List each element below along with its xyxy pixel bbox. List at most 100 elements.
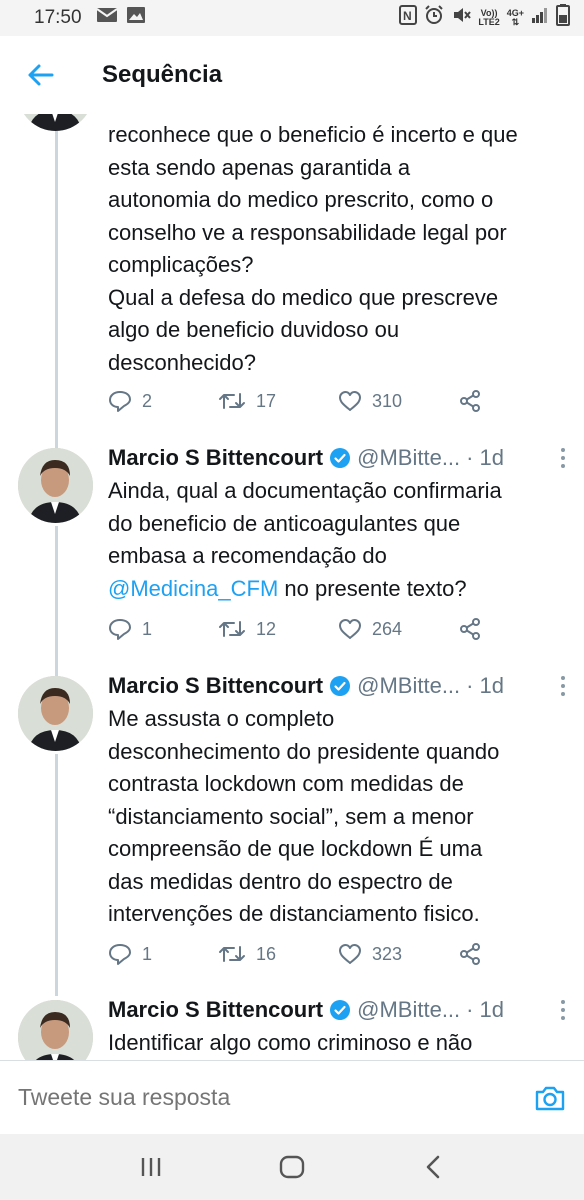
home-icon: [279, 1155, 305, 1179]
heart-icon: [339, 391, 361, 411]
mention-tail: no presente texto?: [278, 575, 467, 601]
retweet-button[interactable]: 12: [218, 618, 338, 640]
home-button[interactable]: [262, 1137, 322, 1197]
tweet-text-line: reconhece que o beneficio é incerto e qu…: [108, 122, 518, 147]
tweet-text-line: autonomia do medico prescrito, como o: [108, 187, 494, 212]
tweet-header: Marcio S Bittencourt @MBitte... · 1d: [108, 672, 570, 700]
tweet-text-line: @Medicina_CFM no presente texto?: [108, 573, 570, 606]
tweet-text-line: “distanciamento social”, sem a menor: [108, 803, 474, 829]
author-name[interactable]: Marcio S Bittencourt: [108, 445, 323, 471]
retweet-icon: [219, 621, 245, 637]
arrow-left-icon: [28, 64, 54, 86]
tweet-text-line: Identificar algo como criminoso e não: [108, 1030, 473, 1055]
mention-link[interactable]: @Medicina_CFM: [108, 576, 278, 601]
author-name[interactable]: Marcio S Bittencourt: [108, 673, 323, 699]
author-handle[interactable]: @MBitte...: [357, 997, 460, 1023]
svg-text:N: N: [403, 9, 412, 23]
tweet-text-line: contrasta lockdown com medidas de: [108, 771, 464, 796]
verified-badge-icon: [329, 999, 351, 1021]
battery-icon: [556, 4, 570, 32]
tweet-header: Marcio S Bittencourt @MBitte... · 1d: [108, 996, 570, 1024]
more-options-icon[interactable]: [556, 996, 570, 1024]
like-count: 310: [372, 390, 403, 411]
tweet-text: Ainda, qual a documentação confirmaria d…: [108, 475, 570, 605]
reply-button[interactable]: 2: [108, 390, 218, 412]
tweet-text-line: das medidas dentro do espectro de: [108, 868, 453, 894]
share-icon: [460, 943, 480, 965]
reply-bar: [0, 1060, 584, 1134]
tweet-text-line: conselho ve a responsabilidade legal por: [108, 219, 507, 245]
recent-apps-icon: [141, 1158, 160, 1176]
retweet-button[interactable]: 16: [218, 943, 338, 965]
app-header: Sequência: [0, 36, 584, 114]
alarm-icon: [424, 5, 444, 31]
tweet-actions: 1 16 323: [108, 939, 568, 969]
separator-dot: ·: [466, 445, 474, 470]
avatar[interactable]: [18, 1000, 93, 1060]
retweet-button[interactable]: 17: [218, 390, 338, 412]
reply-count: 2: [142, 390, 153, 411]
back-icon: [427, 1155, 440, 1179]
like-count: 264: [372, 618, 403, 639]
like-count: 323: [372, 943, 403, 964]
separator-dot: ·: [466, 997, 474, 1022]
like-button[interactable]: 323: [338, 943, 458, 965]
tweet[interactable]: reconhece que o beneficio é incerto e qu…: [0, 114, 584, 432]
system-back-button[interactable]: [403, 1137, 463, 1197]
tweet-text-line: intervenções de distanciamento fisico.: [108, 901, 480, 926]
lte-indicator: Vo)) LTE2: [478, 9, 499, 27]
retweet-count: 16: [256, 943, 277, 964]
status-bar: 17:50 N Vo)) LTE2 4G+ ⇅: [0, 0, 584, 36]
tweet-time: 1d: [479, 445, 504, 470]
author-handle[interactable]: @MBitte...: [357, 445, 460, 471]
tweet-actions: 2 17 310: [108, 386, 568, 416]
share-button[interactable]: [458, 942, 482, 966]
tweet[interactable]: Marcio S Bittencourt @MBitte... · 1d Ain…: [0, 444, 584, 668]
camera-icon: [535, 1086, 565, 1110]
status-time: 17:50: [34, 7, 82, 28]
tweet-text-line: desconhecido?: [108, 349, 257, 375]
tweet[interactable]: Marcio S Bittencourt @MBitte... · 1d Ide…: [0, 996, 584, 1060]
recent-apps-button[interactable]: [121, 1137, 181, 1197]
reply-button[interactable]: 1: [108, 618, 218, 640]
like-button[interactable]: 264: [338, 618, 458, 640]
avatar[interactable]: [18, 676, 93, 751]
share-button[interactable]: [458, 617, 482, 641]
reply-count: 1: [142, 618, 153, 639]
author-name[interactable]: Marcio S Bittencourt: [108, 997, 323, 1023]
reply-icon: [109, 944, 131, 965]
reply-input[interactable]: [18, 1084, 520, 1111]
mute-icon: [451, 5, 472, 31]
system-nav-bar: [0, 1134, 584, 1200]
tweet[interactable]: Marcio S Bittencourt @MBitte... · 1d Me …: [0, 672, 584, 992]
share-icon: [460, 618, 480, 640]
tweet-text-line: compreensão de que lockdown É uma: [108, 836, 483, 861]
tweet-thread[interactable]: reconhece que o beneficio é incerto e qu…: [0, 114, 584, 1060]
share-button[interactable]: [458, 389, 482, 413]
tweet-text-line: embasa a recomendação do: [108, 543, 387, 568]
back-button[interactable]: [0, 36, 80, 114]
camera-button[interactable]: [520, 1068, 580, 1128]
tweet-text: Me assusta o completo desconhecimento do…: [108, 703, 570, 931]
author-handle[interactable]: @MBitte...: [357, 673, 460, 699]
avatar[interactable]: [18, 114, 93, 131]
image-icon: [126, 6, 146, 30]
share-icon: [460, 390, 480, 412]
tweet-text-line: complicações?: [108, 252, 254, 277]
more-options-icon[interactable]: [556, 672, 570, 700]
reply-icon: [109, 619, 131, 640]
verified-badge-icon: [329, 447, 351, 469]
lte-label: LTE2: [478, 17, 500, 27]
reply-button[interactable]: 1: [108, 943, 218, 965]
avatar[interactable]: [18, 448, 93, 523]
tweet-text-line: Qual a defesa do medico que prescreve: [108, 284, 499, 310]
tweet-time: 1d: [479, 673, 504, 698]
tweet-text-line: Me assusta o completo: [108, 706, 335, 731]
more-options-icon[interactable]: [556, 444, 570, 472]
mail-icon: [95, 7, 118, 29]
tweet-text-line: do beneficio de anticoagulantes que: [108, 510, 461, 536]
like-button[interactable]: 310: [338, 390, 458, 412]
reply-icon: [109, 391, 131, 412]
retweet-count: 17: [256, 390, 277, 411]
retweet-icon: [219, 393, 245, 409]
